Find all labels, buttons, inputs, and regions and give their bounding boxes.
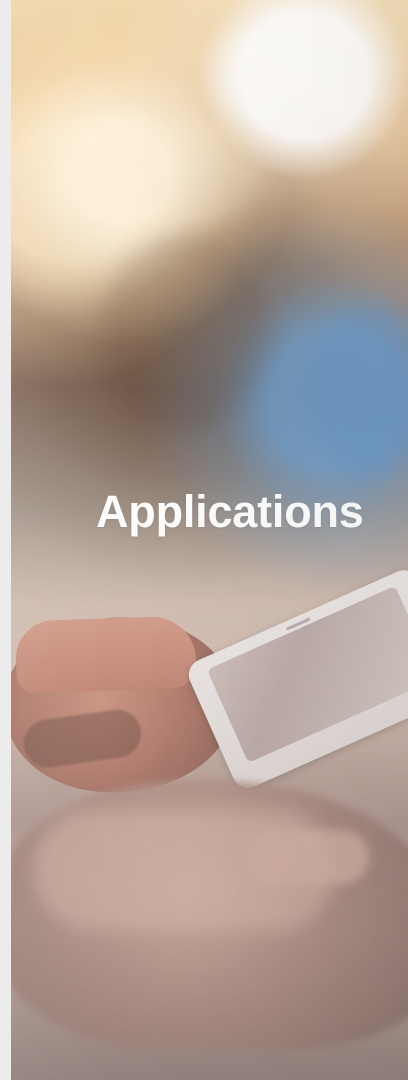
page-title: Applications [96,486,364,537]
smartphone-image [183,565,408,793]
blurred-foreground-hand [11,780,408,1050]
screen: Applications [0,0,408,1080]
left-margin-strip [0,0,11,1080]
bokeh-blue-area [311,305,408,475]
bokeh-light-top-right [211,25,341,125]
bokeh-light-top-left [51,120,261,230]
hero-banner: Applications [11,0,408,1080]
hero-photo-scene [11,0,408,1080]
background-figure-shadow [101,235,271,425]
